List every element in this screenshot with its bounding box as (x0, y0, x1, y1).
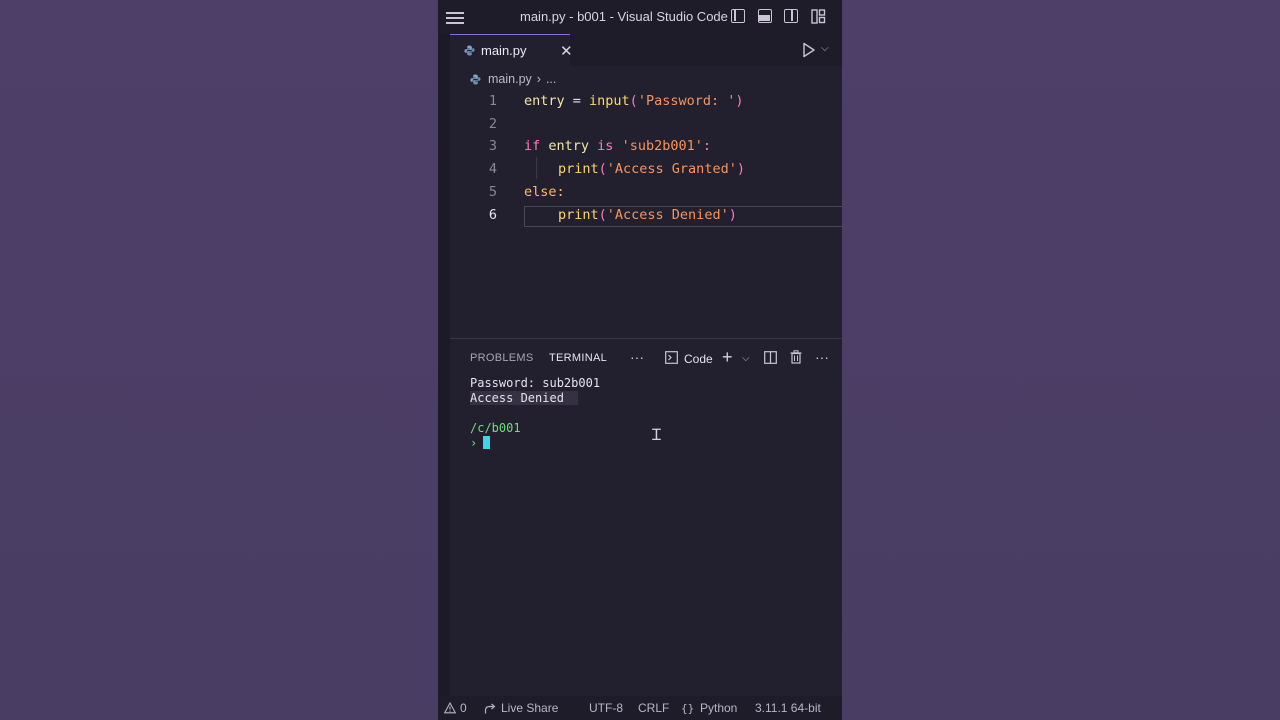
run-options-chevron-down-icon[interactable]: ⌵ (821, 43, 829, 54)
trash-icon[interactable] (790, 350, 802, 364)
background-left (0, 0, 438, 720)
line-number: 1 (488, 93, 497, 109)
code-token: ( (629, 93, 638, 109)
code-token: : (556, 184, 565, 200)
code-line-3: 3 if entry is 'sub2b001': (450, 135, 842, 157)
hamburger-menu-icon[interactable] (446, 9, 464, 25)
code-line-5: 5 else: (450, 181, 842, 203)
breadcrumb-file[interactable]: main.py (488, 72, 532, 86)
tab-problems[interactable]: PROBLEMS (470, 352, 534, 364)
panel-ellipsis-icon[interactable]: ··· (815, 349, 829, 365)
terminal-shell-icon (665, 351, 678, 364)
code-line-1: 1 entry = input('Password: ') (450, 90, 842, 112)
customize-layout-icon[interactable] (811, 9, 826, 24)
terminal-output[interactable]: Password: sub2b001 Access Denied /c/b001… (470, 376, 830, 451)
background-right (842, 0, 1280, 720)
python-file-icon (470, 73, 481, 85)
terminal-output-text: Access Denied (470, 391, 578, 405)
interpreter-label[interactable]: 3.11.1 64-bit (755, 701, 821, 715)
language-braces-icon: {} (681, 702, 695, 715)
terminal-line: Access Denied (470, 391, 830, 406)
terminal-cursor (483, 436, 491, 449)
line-number: 6 (488, 207, 497, 223)
line-number: 3 (488, 138, 497, 154)
new-terminal-plus-icon[interactable]: + (722, 347, 733, 368)
line-number: 2 (488, 116, 497, 132)
panel-more-icon[interactable]: ··· (630, 349, 644, 365)
breadcrumb: main.py › ... (470, 70, 556, 88)
code-token: is (597, 138, 614, 154)
live-share-icon[interactable] (484, 702, 497, 715)
toggle-panel-icon[interactable] (758, 9, 772, 23)
code-line-2: 2 (450, 113, 842, 135)
tab-terminal[interactable]: TERMINAL (549, 352, 607, 364)
code-token: ) (735, 93, 744, 109)
code-token: entry (540, 138, 598, 154)
code-token: ) (736, 161, 745, 177)
editor-tab-bar: main.py ✕ ⌵ (450, 34, 842, 66)
code-line-4: 4 print('Access Granted') (450, 158, 842, 180)
code-token: 'Access Granted' (606, 161, 737, 177)
terminal-prompt-line[interactable]: › (470, 436, 830, 451)
line-number: 5 (488, 184, 497, 200)
warning-icon[interactable] (444, 702, 456, 714)
toggle-primary-sidebar-icon[interactable] (731, 9, 745, 23)
panel-divider[interactable] (450, 338, 842, 339)
python-file-icon (464, 45, 475, 56)
terminal-path: /c/b001 (470, 421, 521, 435)
panel-header: PROBLEMS TERMINAL ··· Code + ⌵ ··· (450, 347, 842, 368)
code-token: else (524, 184, 557, 200)
code-token: = (564, 93, 590, 109)
tab-label: main.py (481, 43, 527, 58)
code-token: 'Password: ' (637, 93, 736, 109)
code-token: ( (598, 161, 607, 177)
mouse-ibeam-cursor: Ɪ (652, 427, 661, 444)
terminal-shell-label[interactable]: Code (684, 352, 713, 366)
code-token: 'sub2b001' (613, 138, 703, 154)
vscode-window: main.py - b001 - Visual Studio Code main… (438, 0, 842, 720)
live-share-label[interactable]: Live Share (501, 701, 558, 715)
code-token: if (524, 138, 541, 154)
warning-count[interactable]: 0 (460, 701, 467, 715)
current-line-highlight (524, 206, 842, 227)
language-mode-label[interactable]: Python (700, 701, 737, 715)
eol-label[interactable]: CRLF (638, 701, 669, 715)
activity-strip (438, 34, 450, 696)
breadcrumb-more[interactable]: ... (546, 72, 556, 86)
status-bar: 0 Live Share UTF-8 CRLF {} Python 3.11.1… (438, 696, 842, 720)
terminal-line: Password: sub2b001 (470, 376, 601, 390)
split-terminal-icon[interactable] (764, 351, 777, 364)
title-bar: main.py - b001 - Visual Studio Code (438, 0, 842, 34)
encoding-label[interactable]: UTF-8 (589, 701, 623, 715)
code-token: : (702, 138, 711, 154)
toggle-secondary-sidebar-icon[interactable] (784, 9, 798, 23)
code-token: print (558, 161, 599, 177)
close-tab-icon[interactable]: ✕ (560, 42, 573, 60)
breadcrumb-separator: › (536, 72, 541, 86)
new-terminal-chevron-down-icon[interactable]: ⌵ (742, 353, 750, 364)
code-token: input (589, 93, 630, 109)
tab-main-py[interactable]: main.py ✕ (450, 34, 573, 66)
window-title: main.py - b001 - Visual Studio Code (520, 9, 728, 24)
code-token: entry (524, 93, 565, 109)
run-python-file-icon[interactable] (802, 42, 816, 58)
terminal-prompt: › (470, 436, 478, 450)
line-number: 4 (488, 161, 497, 177)
